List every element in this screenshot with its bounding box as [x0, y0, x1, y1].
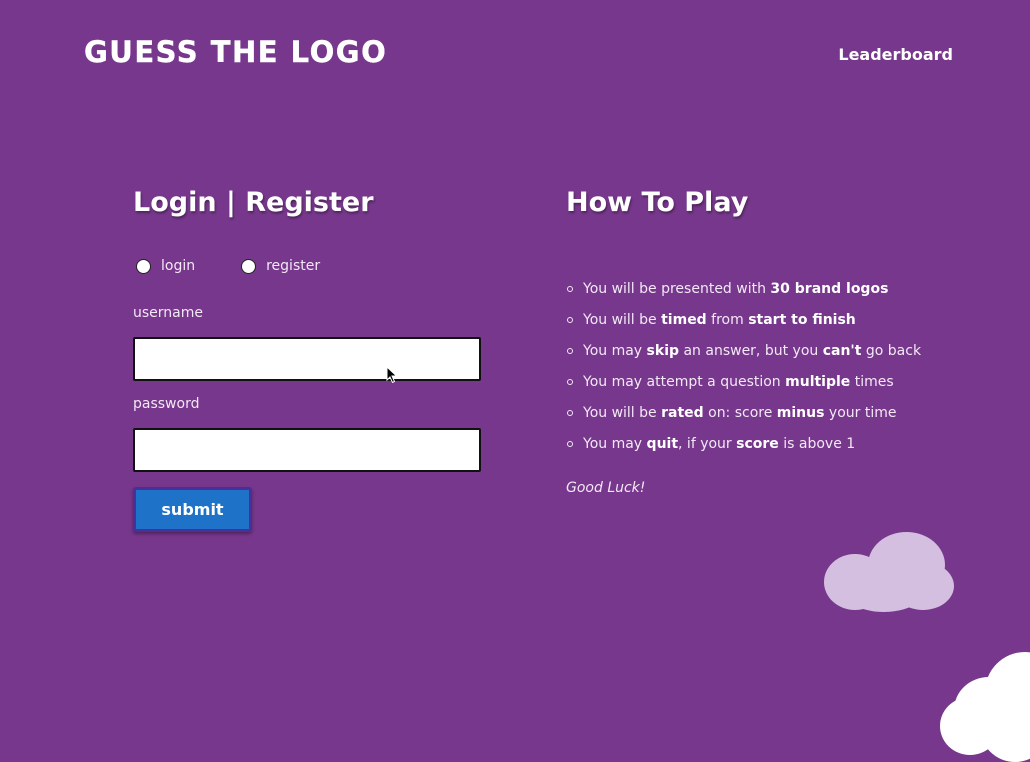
list-item: You may quit, if your score is above 1 — [566, 433, 921, 464]
list-item: You will be presented with 30 brand logo… — [566, 278, 921, 309]
list-item: You will be timed from start to finish — [566, 309, 921, 340]
login-radio-option[interactable]: login — [136, 258, 195, 274]
register-radio[interactable] — [241, 258, 257, 274]
register-radio-option[interactable]: register — [241, 258, 320, 274]
good-luck-text: Good Luck! — [566, 480, 646, 496]
list-item: You may attempt a question multiple time… — [566, 371, 921, 402]
list-item: You will be rated on: score minus your t… — [566, 402, 921, 433]
password-input[interactable] — [133, 428, 481, 472]
auth-mode-radio-group: login register — [136, 258, 320, 274]
login-register-heading: Login | Register — [133, 187, 374, 218]
how-to-play-heading: How To Play — [566, 187, 749, 218]
cloud-decoration — [940, 652, 1030, 762]
cloud-decoration — [824, 532, 954, 614]
login-radio[interactable] — [136, 258, 151, 274]
leaderboard-link[interactable]: Leaderboard — [838, 45, 953, 64]
list-item: You may skip an answer, but you can't go… — [566, 340, 921, 371]
mouse-cursor-icon — [386, 366, 398, 384]
login-radio-label[interactable]: login — [161, 258, 195, 274]
register-radio-label[interactable]: register — [266, 258, 320, 274]
username-input[interactable] — [133, 337, 481, 381]
username-label: username — [133, 305, 203, 321]
submit-button[interactable]: submit — [133, 487, 252, 532]
rules-list: You will be presented with 30 brand logo… — [566, 278, 921, 464]
password-label: password — [133, 396, 200, 412]
site-logo[interactable]: GUESS THE LOGO — [84, 34, 387, 70]
